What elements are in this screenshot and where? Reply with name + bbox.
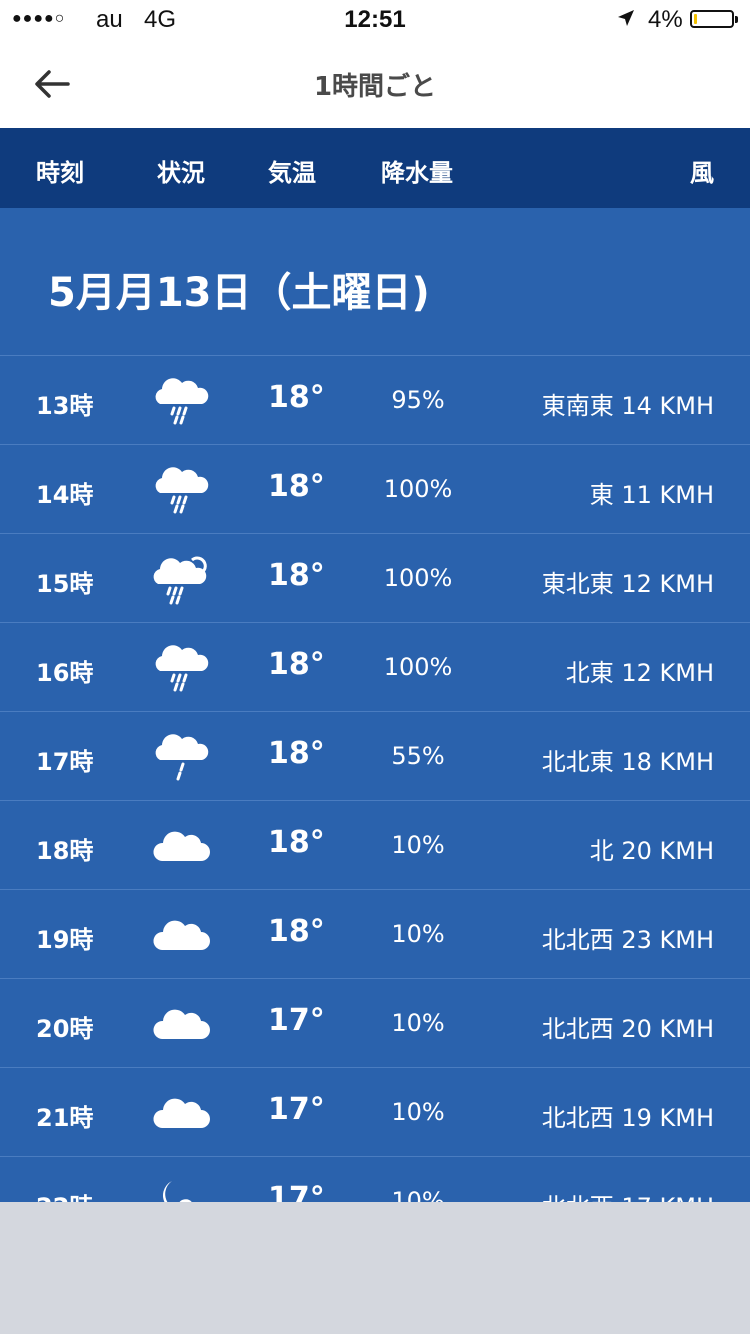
hourly-row: 21時 17° 10% 北北西 19 KMH (0, 1068, 750, 1157)
hourly-row: 16時 18° 100% 北東 12 KMH (0, 623, 750, 712)
row-time: 17時 (36, 748, 94, 776)
row-precipitation: 10% (391, 920, 445, 948)
row-time: 21時 (36, 1104, 94, 1132)
hourly-row: 18時 18° 10% 北 20 KMH (0, 801, 750, 890)
row-temperature: 18° (268, 469, 325, 504)
row-precipitation: 10% (391, 1098, 445, 1126)
row-time: 15時 (36, 570, 94, 598)
row-wind: 北北西 17 KMH (542, 1187, 714, 1202)
battery-percent: 4% (648, 6, 683, 33)
row-temperature: 18° (268, 736, 325, 771)
hourly-row: 13時 18° 95% 東南東 14 KMH (0, 356, 750, 445)
night-cloudy-icon (152, 1173, 212, 1202)
row-wind: 東 11 KMH (589, 481, 714, 509)
column-time: 時刻 (36, 159, 84, 187)
row-wind: 北 20 KMH (589, 837, 714, 865)
location-arrow-icon (616, 8, 636, 34)
row-wind: 東南東 14 KMH (541, 392, 714, 420)
row-precipitation: 55% (391, 742, 445, 770)
rain-icon (152, 461, 212, 517)
column-precip: 降水量 (381, 159, 453, 187)
row-time: 14時 (36, 481, 94, 509)
row-temperature: 17° (268, 1003, 325, 1038)
row-wind: 北東 12 KMH (565, 659, 714, 687)
row-time: 22時 (36, 1187, 93, 1202)
date-heading: 5月月13日（土曜日) (0, 208, 750, 356)
cloud-icon (152, 817, 212, 873)
status-bar: ●●●●○ au 4G 12:51 4% (0, 0, 750, 40)
row-temperature: 18° (268, 914, 325, 949)
hourly-row: 22時 17° 10% 北北西 17 KMH (0, 1157, 750, 1202)
rain-icon (152, 639, 212, 695)
row-temperature: 17° (268, 1181, 325, 1202)
hourly-row: 19時 18° 10% 北北西 23 KMH (0, 890, 750, 979)
row-time: 18時 (36, 837, 94, 865)
partly-cloudy-rain-icon (152, 550, 212, 606)
row-wind: 北北西 19 KMH (541, 1104, 714, 1132)
column-wind: 風 (690, 159, 714, 187)
row-precipitation: 100% (383, 653, 453, 681)
row-precipitation: 10% (391, 831, 445, 859)
row-precipitation: 95% (391, 386, 445, 414)
row-temperature: 17° (268, 1092, 325, 1127)
row-time: 19時 (36, 926, 94, 954)
battery-icon (690, 10, 738, 28)
hourly-list[interactable]: 5月月13日（土曜日) 13時 18° 95% 東南東 14 KMH 14時 18° 100… (0, 208, 750, 1202)
row-wind: 東北東 12 KMH (541, 570, 714, 598)
page-title: 1時間ごと (313, 72, 437, 102)
row-precipitation: 100% (383, 475, 453, 503)
hourly-row: 14時 18° 100% 東 11 KMH (0, 445, 750, 534)
row-temperature: 18° (268, 558, 325, 593)
column-condition: 状況 (157, 159, 205, 187)
nav-bar: 1時間ごと (0, 40, 750, 128)
row-wind: 北北西 20 KMH (541, 1015, 714, 1043)
cloud-icon (152, 995, 212, 1051)
column-header: 時刻 状況 気温 降水量 風 (0, 128, 750, 208)
light-rain-icon (152, 728, 212, 784)
row-time: 16時 (36, 659, 94, 687)
cloud-icon (152, 906, 212, 962)
hourly-row: 20時 17° 10% 北北西 20 KMH (0, 979, 750, 1068)
cloud-icon (152, 1084, 212, 1140)
row-wind: 北北西 23 KMH (541, 926, 714, 954)
row-precipitation: 10% (391, 1187, 445, 1202)
hourly-row: 15時 18° 100% 東北東 12 KMH (0, 534, 750, 623)
row-temperature: 18° (268, 647, 325, 682)
row-time: 13時 (36, 392, 94, 420)
row-time: 20時 (36, 1015, 94, 1043)
row-precipitation: 100% (383, 564, 453, 592)
rain-icon (152, 372, 212, 428)
row-precipitation: 10% (391, 1009, 445, 1037)
row-temperature: 18° (268, 825, 325, 860)
hourly-row: 17時 18° 55% 北北東 18 KMH (0, 712, 750, 801)
row-wind: 北北東 18 KMH (541, 748, 714, 776)
row-temperature: 18° (268, 380, 325, 415)
column-temp: 気温 (268, 159, 316, 187)
status-time: 12:51 (344, 6, 406, 33)
